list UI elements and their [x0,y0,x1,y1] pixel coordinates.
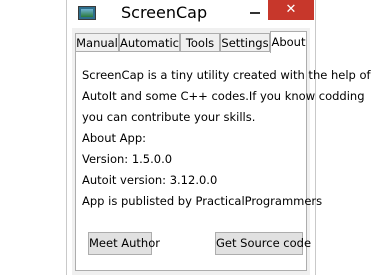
tab-automatic[interactable]: Automatic [119,33,180,52]
publisher: App is publisted by PracticalProgrammers [82,194,323,208]
about-description-line-3: you can contribute your skills. [82,110,256,124]
screencap-window: ScreenCap ✕ Manual Automatic Tools Setti… [66,0,371,275]
tab-manual[interactable]: Manual [75,33,119,52]
title-bar[interactable]: ScreenCap ✕ [67,0,315,28]
app-version: Version: 1.5.0.0 [82,152,173,166]
about-app-heading: About App: [82,131,146,145]
close-button[interactable]: ✕ [268,0,314,20]
about-description-line-2: AutoIt and some C++ codes.If you know co… [82,89,365,103]
app-icon [78,6,96,20]
get-source-code-button[interactable]: Get Source code [215,232,311,255]
about-panel: ScreenCap is a tiny utility created with… [75,51,371,271]
meet-author-button[interactable]: Meet Author [88,232,160,255]
minimize-button[interactable] [242,0,268,20]
close-icon: ✕ [285,2,297,17]
tab-about[interactable]: About [270,31,307,53]
about-description-line-1: ScreenCap is a tiny utility created with… [82,68,371,82]
window-title: ScreenCap [121,3,208,22]
tab-tools[interactable]: Tools [180,33,220,52]
client-area: Manual Automatic Tools Settings About Sc… [72,28,371,275]
tab-settings[interactable]: Settings [220,33,270,52]
autoit-version: Autoit version: 3.12.0.0 [82,173,218,187]
